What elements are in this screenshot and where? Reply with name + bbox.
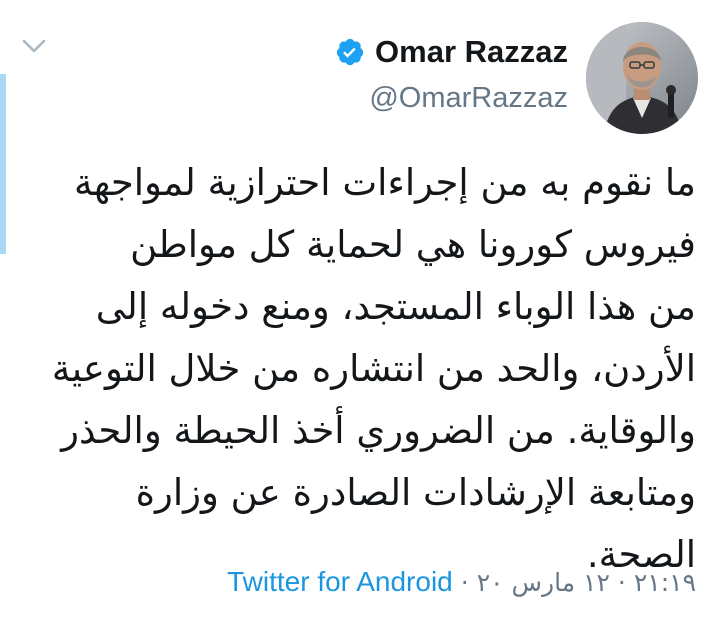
author-name[interactable]: Omar Razzaz [375, 34, 568, 70]
author-handle[interactable]: @OmarRazzaz [369, 82, 568, 115]
meta-separator: · [617, 567, 626, 597]
verified-badge-icon [336, 38, 364, 66]
tweet-text-line: من هذا الوباء المستجد، ومنع دخوله إلى [95, 285, 696, 328]
tweet-text-line: والوقاية. من الضروري أخذ الحيطة والحذر [61, 409, 696, 452]
meta-separator: · [460, 567, 469, 597]
thread-indicator-bar [0, 74, 6, 254]
tweet-text: ما نقوم به من إجراءات احترازية لمواجهة ف… [26, 152, 696, 586]
avatar[interactable] [586, 22, 698, 134]
tweet-text-line: فيروس كورونا هي لحماية كل مواطن [130, 223, 696, 266]
tweet-card: Omar Razzaz @OmarRazzaz ما نقوم به من إج… [0, 0, 720, 623]
tweet-meta: ٢١:١٩ · ١٢ مارس ٢٠ · Twitter for Android [227, 562, 696, 602]
tweet-text-line: ومتابعة الإرشادات الصادرة عن وزارة [135, 471, 696, 514]
tweet-text-line: الأردن، والحد من انتشاره من خلال التوعية [51, 347, 696, 390]
tweet-time: ٢١:١٩ [633, 567, 696, 597]
profile-photo [586, 22, 698, 134]
author-name-row[interactable]: Omar Razzaz [335, 32, 568, 72]
tweet-date: ١٢ مارس ٢٠ [476, 567, 610, 597]
chevron-down-icon[interactable] [20, 36, 48, 56]
tweet-text-line: ما نقوم به من إجراءات احترازية لمواجهة [73, 161, 696, 204]
tweet-source-link[interactable]: Twitter for Android [227, 566, 453, 598]
